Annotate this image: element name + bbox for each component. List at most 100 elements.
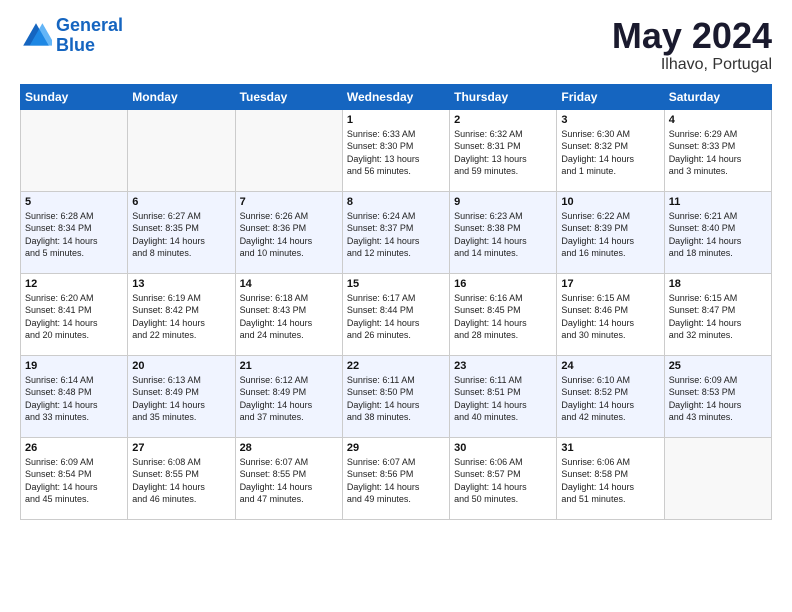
calendar-cell: 4 Sunrise: 6:29 AM Sunset: 8:33 PM Daylig… bbox=[664, 109, 771, 191]
calendar-cell: 5Sunrise: 6:28 AM Sunset: 8:34 PM Daylig… bbox=[21, 191, 128, 273]
calendar-cell: 10Sunrise: 6:22 AM Sunset: 8:39 PM Dayli… bbox=[557, 191, 664, 273]
day-number: 1 bbox=[347, 114, 445, 126]
page: General Blue May 2024 Ilhavo, Portugal S… bbox=[0, 0, 792, 536]
cell-content: Sunrise: 6:27 AM Sunset: 8:35 PM Dayligh… bbox=[132, 210, 230, 260]
calendar-week-2: 5Sunrise: 6:28 AM Sunset: 8:34 PM Daylig… bbox=[21, 191, 772, 273]
cell-content: Sunrise: 6:07 AM Sunset: 8:55 PM Dayligh… bbox=[240, 456, 338, 506]
day-number: 9 bbox=[454, 196, 552, 208]
calendar-cell: 9Sunrise: 6:23 AM Sunset: 8:38 PM Daylig… bbox=[450, 191, 557, 273]
title-area: May 2024 Ilhavo, Portugal bbox=[612, 16, 772, 74]
cell-content: Sunrise: 6:17 AM Sunset: 8:44 PM Dayligh… bbox=[347, 292, 445, 342]
cell-content: Sunrise: 6:26 AM Sunset: 8:36 PM Dayligh… bbox=[240, 210, 338, 260]
cell-content: Sunrise: 6:13 AM Sunset: 8:49 PM Dayligh… bbox=[132, 374, 230, 424]
cell-content: Sunrise: 6:11 AM Sunset: 8:50 PM Dayligh… bbox=[347, 374, 445, 424]
day-number: 19 bbox=[25, 360, 123, 372]
day-number: 25 bbox=[669, 360, 767, 372]
logo: General Blue bbox=[20, 16, 123, 56]
cell-content: Sunrise: 6:20 AM Sunset: 8:41 PM Dayligh… bbox=[25, 292, 123, 342]
calendar-table: SundayMondayTuesdayWednesdayThursdayFrid… bbox=[20, 84, 772, 520]
weekday-header-row: SundayMondayTuesdayWednesdayThursdayFrid… bbox=[21, 84, 772, 109]
calendar-cell: 28 Sunrise: 6:07 AM Sunset: 8:55 PM Dayli… bbox=[235, 437, 342, 519]
cell-content: Sunrise: 6:11 AM Sunset: 8:51 PM Dayligh… bbox=[454, 374, 552, 424]
calendar-body: 1 Sunrise: 6:33 AM Sunset: 8:30 PM Daylig… bbox=[21, 109, 772, 519]
calendar-week-3: 12Sunrise: 6:20 AM Sunset: 8:41 PM Dayli… bbox=[21, 273, 772, 355]
cell-content: Sunrise: 6:16 AM Sunset: 8:45 PM Dayligh… bbox=[454, 292, 552, 342]
day-number: 24 bbox=[561, 360, 659, 372]
calendar-cell: 6 Sunrise: 6:27 AM Sunset: 8:35 PM Daylig… bbox=[128, 191, 235, 273]
cell-content: Sunrise: 6:15 AM Sunset: 8:46 PM Dayligh… bbox=[561, 292, 659, 342]
logo-line1: General bbox=[56, 15, 123, 35]
cell-content: Sunrise: 6:32 AM Sunset: 8:31 PM Dayligh… bbox=[454, 128, 552, 178]
day-number: 2 bbox=[454, 114, 552, 126]
cell-content: Sunrise: 6:30 AM Sunset: 8:32 PM Dayligh… bbox=[561, 128, 659, 178]
calendar-cell: 16 Sunrise: 6:16 AM Sunset: 8:45 PM Dayli… bbox=[450, 273, 557, 355]
calendar-cell: 12Sunrise: 6:20 AM Sunset: 8:41 PM Dayli… bbox=[21, 273, 128, 355]
calendar-cell: 31 Sunrise: 6:06 AM Sunset: 8:58 PM Dayli… bbox=[557, 437, 664, 519]
day-number: 30 bbox=[454, 442, 552, 454]
calendar-cell bbox=[128, 109, 235, 191]
day-number: 10 bbox=[561, 196, 659, 208]
calendar-cell: 7 Sunrise: 6:26 AM Sunset: 8:36 PM Daylig… bbox=[235, 191, 342, 273]
calendar-cell: 11 Sunrise: 6:21 AM Sunset: 8:40 PM Dayli… bbox=[664, 191, 771, 273]
cell-content: Sunrise: 6:07 AM Sunset: 8:56 PM Dayligh… bbox=[347, 456, 445, 506]
calendar-cell: 1 Sunrise: 6:33 AM Sunset: 8:30 PM Daylig… bbox=[342, 109, 449, 191]
weekday-header-thursday: Thursday bbox=[450, 84, 557, 109]
cell-content: Sunrise: 6:09 AM Sunset: 8:53 PM Dayligh… bbox=[669, 374, 767, 424]
calendar-cell: 15 Sunrise: 6:17 AM Sunset: 8:44 PM Dayli… bbox=[342, 273, 449, 355]
day-number: 15 bbox=[347, 278, 445, 290]
day-number: 27 bbox=[132, 442, 230, 454]
cell-content: Sunrise: 6:24 AM Sunset: 8:37 PM Dayligh… bbox=[347, 210, 445, 260]
calendar-cell: 3Sunrise: 6:30 AM Sunset: 8:32 PM Daylig… bbox=[557, 109, 664, 191]
day-number: 7 bbox=[240, 196, 338, 208]
cell-content: Sunrise: 6:06 AM Sunset: 8:57 PM Dayligh… bbox=[454, 456, 552, 506]
calendar-cell: 13Sunrise: 6:19 AM Sunset: 8:42 PM Dayli… bbox=[128, 273, 235, 355]
day-number: 28 bbox=[240, 442, 338, 454]
header: General Blue May 2024 Ilhavo, Portugal bbox=[20, 16, 772, 74]
cell-content: Sunrise: 6:14 AM Sunset: 8:48 PM Dayligh… bbox=[25, 374, 123, 424]
cell-content: Sunrise: 6:15 AM Sunset: 8:47 PM Dayligh… bbox=[669, 292, 767, 342]
calendar-cell: 30 Sunrise: 6:06 AM Sunset: 8:57 PM Dayli… bbox=[450, 437, 557, 519]
day-number: 14 bbox=[240, 278, 338, 290]
calendar-cell: 2 Sunrise: 6:32 AM Sunset: 8:31 PM Daylig… bbox=[450, 109, 557, 191]
cell-content: Sunrise: 6:18 AM Sunset: 8:43 PM Dayligh… bbox=[240, 292, 338, 342]
day-number: 13 bbox=[132, 278, 230, 290]
day-number: 21 bbox=[240, 360, 338, 372]
day-number: 23 bbox=[454, 360, 552, 372]
logo-text: General Blue bbox=[56, 16, 123, 56]
logo-line2: Blue bbox=[56, 35, 95, 55]
calendar-cell: 23 Sunrise: 6:11 AM Sunset: 8:51 PM Dayli… bbox=[450, 355, 557, 437]
cell-content: Sunrise: 6:29 AM Sunset: 8:33 PM Dayligh… bbox=[669, 128, 767, 178]
calendar-cell: 24 Sunrise: 6:10 AM Sunset: 8:52 PM Dayli… bbox=[557, 355, 664, 437]
calendar-cell: 26Sunrise: 6:09 AM Sunset: 8:54 PM Dayli… bbox=[21, 437, 128, 519]
day-number: 4 bbox=[669, 114, 767, 126]
weekday-header-sunday: Sunday bbox=[21, 84, 128, 109]
location: Ilhavo, Portugal bbox=[612, 56, 772, 74]
calendar-cell: 27Sunrise: 6:08 AM Sunset: 8:55 PM Dayli… bbox=[128, 437, 235, 519]
day-number: 6 bbox=[132, 196, 230, 208]
cell-content: Sunrise: 6:28 AM Sunset: 8:34 PM Dayligh… bbox=[25, 210, 123, 260]
logo-icon bbox=[20, 20, 52, 52]
calendar-cell: 20Sunrise: 6:13 AM Sunset: 8:49 PM Dayli… bbox=[128, 355, 235, 437]
cell-content: Sunrise: 6:21 AM Sunset: 8:40 PM Dayligh… bbox=[669, 210, 767, 260]
calendar-week-5: 26Sunrise: 6:09 AM Sunset: 8:54 PM Dayli… bbox=[21, 437, 772, 519]
calendar-cell bbox=[664, 437, 771, 519]
month-title: May 2024 bbox=[612, 16, 772, 56]
day-number: 26 bbox=[25, 442, 123, 454]
calendar-week-4: 19 Sunrise: 6:14 AM Sunset: 8:48 PM Dayli… bbox=[21, 355, 772, 437]
cell-content: Sunrise: 6:33 AM Sunset: 8:30 PM Dayligh… bbox=[347, 128, 445, 178]
day-number: 18 bbox=[669, 278, 767, 290]
day-number: 31 bbox=[561, 442, 659, 454]
calendar-cell: 18 Sunrise: 6:15 AM Sunset: 8:47 PM Dayli… bbox=[664, 273, 771, 355]
calendar-cell: 21Sunrise: 6:12 AM Sunset: 8:49 PM Dayli… bbox=[235, 355, 342, 437]
weekday-header-monday: Monday bbox=[128, 84, 235, 109]
cell-content: Sunrise: 6:06 AM Sunset: 8:58 PM Dayligh… bbox=[561, 456, 659, 506]
calendar-cell: 22Sunrise: 6:11 AM Sunset: 8:50 PM Dayli… bbox=[342, 355, 449, 437]
day-number: 16 bbox=[454, 278, 552, 290]
calendar-cell bbox=[21, 109, 128, 191]
day-number: 11 bbox=[669, 196, 767, 208]
calendar-cell bbox=[235, 109, 342, 191]
calendar-cell: 25 Sunrise: 6:09 AM Sunset: 8:53 PM Dayli… bbox=[664, 355, 771, 437]
cell-content: Sunrise: 6:10 AM Sunset: 8:52 PM Dayligh… bbox=[561, 374, 659, 424]
calendar-cell: 17Sunrise: 6:15 AM Sunset: 8:46 PM Dayli… bbox=[557, 273, 664, 355]
weekday-header-saturday: Saturday bbox=[664, 84, 771, 109]
